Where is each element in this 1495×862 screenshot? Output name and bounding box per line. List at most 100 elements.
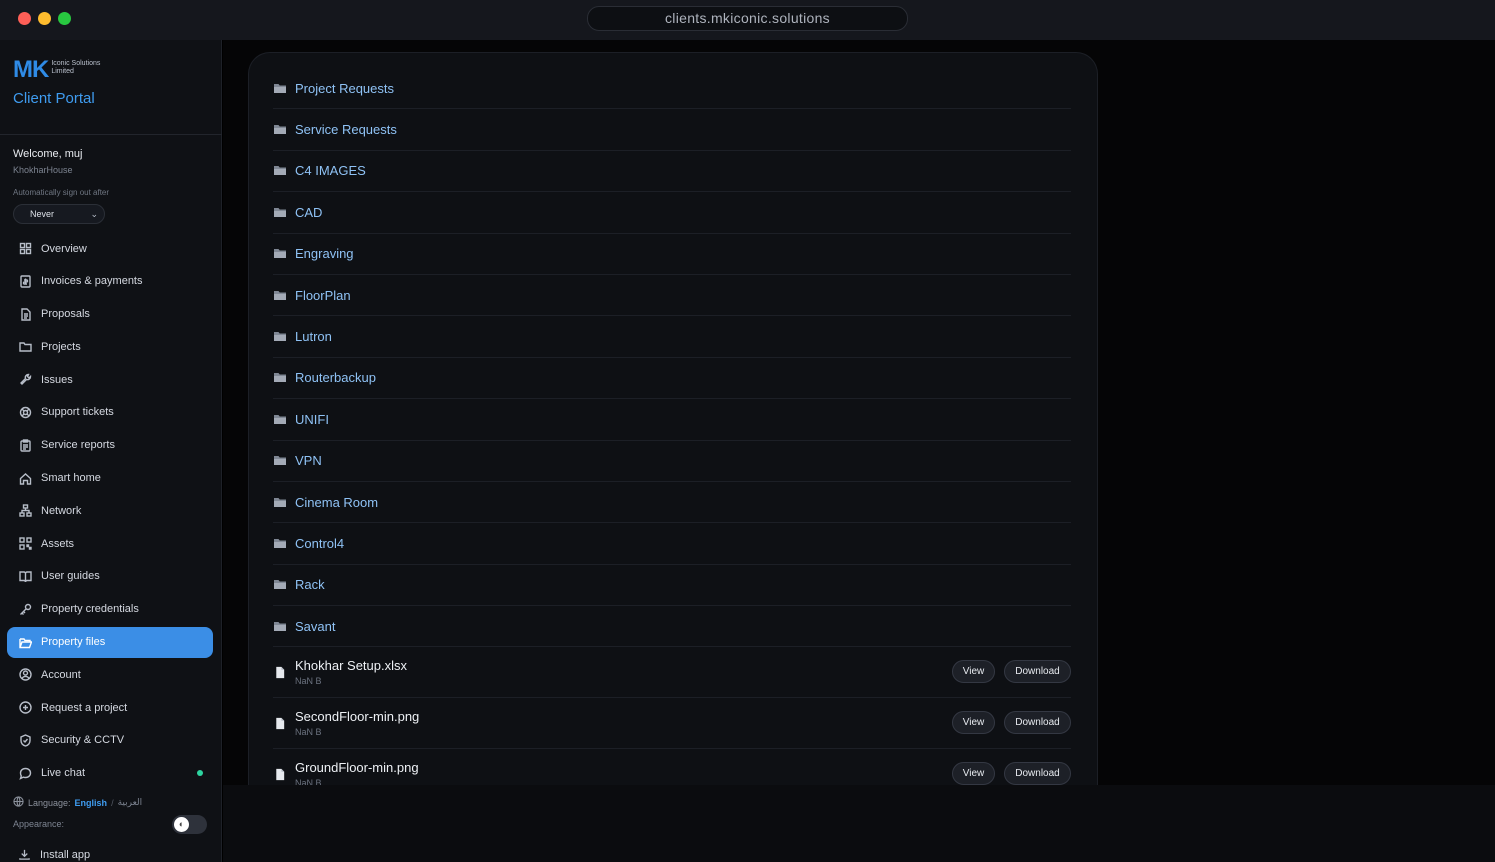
appearance-toggle[interactable]: ◐ xyxy=(172,815,207,834)
folder-name[interactable]: CAD xyxy=(295,205,322,220)
sidebar-item-support-tickets[interactable]: Support tickets xyxy=(7,397,213,428)
file-row: SecondFloor-min.png NaN B View Download xyxy=(273,698,1071,750)
file-name: Khokhar Setup.xlsx xyxy=(295,658,408,674)
sidebar-item-label: Smart home xyxy=(41,472,101,485)
folder-name[interactable]: Project Requests xyxy=(295,81,394,96)
maximize-window-button[interactable] xyxy=(58,12,71,25)
sidebar: MK Iconic Solutions Limited Client Porta… xyxy=(0,40,222,862)
sidebar-item-assets[interactable]: Assets xyxy=(7,528,213,559)
chat-icon xyxy=(18,766,32,780)
folder-name[interactable]: UNIFI xyxy=(295,412,329,427)
home-icon xyxy=(18,471,32,485)
sidebar-item-invoices-payments[interactable]: Invoices & payments xyxy=(7,266,213,297)
folder-name[interactable]: Service Requests xyxy=(295,122,397,137)
folder-row[interactable]: Lutron xyxy=(273,316,1071,358)
sidebar-item-projects[interactable]: Projects xyxy=(7,331,213,362)
folder-icon xyxy=(273,371,287,385)
minimize-window-button[interactable] xyxy=(38,12,51,25)
bottom-strip xyxy=(223,785,1495,862)
sidebar-item-user-guides[interactable]: User guides xyxy=(7,561,213,592)
folder-row[interactable]: UNIFI xyxy=(273,399,1071,441)
address-bar[interactable]: clients.mkiconic.solutions xyxy=(587,6,908,31)
folder-name[interactable]: Control4 xyxy=(295,536,344,551)
file-name: SecondFloor-min.png xyxy=(295,709,420,725)
sidebar-item-issues[interactable]: Issues xyxy=(7,364,213,395)
sidebar-item-label: Invoices & payments xyxy=(41,275,143,288)
sidebar-item-network[interactable]: Network xyxy=(7,495,213,526)
folder-icon xyxy=(273,619,287,633)
language-arabic[interactable]: العربية xyxy=(118,797,143,808)
folder-row[interactable]: Control4 xyxy=(273,523,1071,565)
download-button[interactable]: Download xyxy=(1004,762,1071,785)
folder-name[interactable]: Engraving xyxy=(295,246,354,261)
folder-name[interactable]: Rack xyxy=(295,577,325,592)
file-list: Project Requests Service Requests C4 IMAGE… xyxy=(273,68,1071,785)
sidebar-item-live-chat[interactable]: Live chat xyxy=(7,758,213,789)
close-window-button[interactable] xyxy=(18,12,31,25)
sidebar-item-overview[interactable]: Overview xyxy=(7,233,213,264)
plus-circle-icon xyxy=(18,701,32,715)
folder-row[interactable]: Engraving xyxy=(273,234,1071,275)
folder-row[interactable]: Cinema Room xyxy=(273,482,1071,524)
sidebar-item-label: Security & CCTV xyxy=(41,734,125,747)
book-icon xyxy=(18,569,32,583)
folder-row[interactable]: Rack xyxy=(273,565,1071,607)
portal-title: Client Portal xyxy=(13,90,95,107)
chevron-down-icon: ⌄ xyxy=(90,209,98,219)
clipboard-icon xyxy=(18,438,32,452)
sidebar-item-smart-home[interactable]: Smart home xyxy=(7,463,213,494)
welcome-text: Welcome, muj xyxy=(13,148,83,160)
view-button[interactable]: View xyxy=(952,711,995,735)
logo-text: Iconic Solutions Limited xyxy=(51,60,101,75)
sidebar-item-security-cctv[interactable]: Security & CCTV xyxy=(7,725,213,756)
sidebar-item-proposals[interactable]: Proposals xyxy=(7,299,213,330)
online-status-dot xyxy=(197,770,203,777)
shield-icon xyxy=(18,733,32,747)
files-panel: Project Requests Service Requests C4 IMAGE… xyxy=(248,52,1098,785)
folder-name[interactable]: VPN xyxy=(295,453,322,468)
sidebar-nav: Overview Invoices & payments Proposals Proj… xyxy=(7,233,213,791)
sidebar-item-label: Projects xyxy=(41,340,81,353)
folder-name[interactable]: C4 IMAGES xyxy=(295,163,366,178)
auto-signout-select[interactable]: Never ⌄ xyxy=(13,204,105,224)
file-row: Khokhar Setup.xlsx NaN B View Download xyxy=(273,647,1071,699)
sidebar-item-label: Network xyxy=(41,504,82,517)
folder-name[interactable]: FloorPlan xyxy=(295,288,351,303)
company-logo[interactable]: MK Iconic Solutions Limited xyxy=(13,58,103,82)
logo-letters: MK xyxy=(13,56,49,83)
folder-name[interactable]: Cinema Room xyxy=(295,495,378,510)
folder-row[interactable]: Savant xyxy=(273,606,1071,648)
folder-row[interactable]: CAD xyxy=(273,192,1071,234)
folder-row[interactable]: C4 IMAGES xyxy=(273,151,1071,193)
folder-row[interactable]: Project Requests xyxy=(273,68,1071,110)
sidebar-item-property-files[interactable]: Property files xyxy=(7,626,213,658)
file-icon xyxy=(273,767,287,781)
folder-icon xyxy=(273,288,287,302)
sidebar-item-label: Live chat xyxy=(41,767,86,780)
view-button[interactable]: View xyxy=(952,762,995,785)
language-english[interactable]: English xyxy=(75,798,108,808)
folder-name[interactable]: Routerbackup xyxy=(295,370,376,385)
sidebar-item-label: User guides xyxy=(41,570,100,583)
view-button[interactable]: View xyxy=(952,660,995,684)
sidebar-item-property-credentials[interactable]: Property credentials xyxy=(7,594,213,625)
sidebar-item-label: Property credentials xyxy=(41,603,139,616)
download-button[interactable]: Download xyxy=(1004,660,1071,684)
folder-row[interactable]: Service Requests xyxy=(273,109,1071,151)
download-button[interactable]: Download xyxy=(1004,711,1071,735)
folder-name[interactable]: Lutron xyxy=(295,329,332,344)
sidebar-item-service-reports[interactable]: Service reports xyxy=(7,430,213,461)
folder-row[interactable]: Routerbackup xyxy=(273,358,1071,400)
sidebar-item-account[interactable]: Account xyxy=(7,659,213,690)
auto-signout-value: Never xyxy=(30,209,55,219)
folder-name[interactable]: Savant xyxy=(295,619,335,634)
folder-icon xyxy=(273,495,287,509)
folder-icon xyxy=(273,536,287,550)
install-app-button[interactable]: Install app xyxy=(18,848,90,861)
folder-icon xyxy=(273,164,287,178)
sidebar-item-label: Account xyxy=(41,668,81,681)
folder-row[interactable]: VPN xyxy=(273,441,1071,482)
file-row: GroundFloor-min.png NaN B View Download xyxy=(273,749,1071,785)
sidebar-item-request-a-project[interactable]: Request a project xyxy=(7,692,213,723)
folder-row[interactable]: FloorPlan xyxy=(273,275,1071,317)
